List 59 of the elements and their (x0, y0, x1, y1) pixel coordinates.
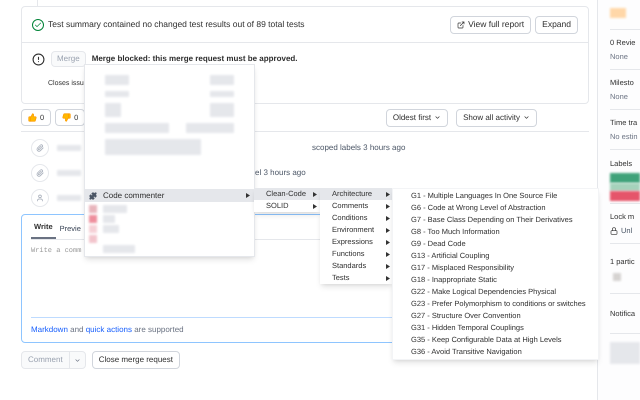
blurred-block (103, 205, 127, 213)
sort-dropdown[interactable]: Show all activity (456, 108, 537, 126)
submenu-arrow-icon (386, 192, 390, 196)
help-link[interactable]: quick actions (86, 325, 134, 334)
view-report-button[interactable]: View full report (450, 16, 532, 34)
submenu-arrow-icon (386, 216, 390, 220)
blurred-block (610, 183, 640, 192)
merge-blocked-message: Merge blocked: this merge request must be approved. (92, 53, 298, 65)
blurred-block (105, 75, 129, 85)
blurred-block (105, 123, 169, 133)
blurred-block (186, 123, 234, 133)
blurred-block (610, 191, 640, 202)
blurred-block (210, 103, 234, 117)
help-text: are supported (134, 325, 184, 334)
blurred-block (610, 8, 626, 18)
blurred-block (57, 195, 81, 201)
blurred-block (57, 145, 81, 151)
test-summary: Test summary contained no changed test results out of 89 total tests (48, 18, 306, 31)
blurred-block (610, 342, 640, 364)
blurred-block (105, 91, 129, 97)
chevron-icon (74, 356, 81, 364)
timeline-event-text: el 3 hours ago (255, 167, 306, 179)
timeline-event-text: scoped labels 3 hours ago (312, 142, 406, 154)
submenu-arrow-icon (313, 192, 317, 196)
sort-dropdown[interactable]: Oldest first (386, 108, 448, 126)
submenu-arrow-icon (386, 204, 390, 208)
submenu-arrow-icon (386, 252, 390, 256)
submenu-arrow-icon (313, 204, 317, 208)
expand-button[interactable]: Expand (535, 16, 578, 34)
submenu-arrow-icon (386, 264, 390, 268)
blurred-block (103, 245, 135, 253)
help-link[interactable]: Markdown (31, 325, 70, 334)
lock-icon (610, 226, 618, 235)
submenu-arrow-icon (246, 193, 250, 198)
blurred-block (103, 215, 115, 223)
label-event-icon (31, 164, 49, 182)
success-check-icon (32, 18, 44, 30)
blurred-block (210, 75, 234, 85)
submenu-arrow-icon (386, 276, 390, 280)
close-merge-request-button[interactable]: Close merge request (92, 351, 180, 369)
submenu-arrow-icon (386, 240, 390, 244)
submenu-arrow-icon (386, 228, 390, 232)
alert-icon (32, 52, 45, 66)
chevron-icon (434, 114, 442, 121)
menu-item[interactable]: Code commenter (85, 189, 254, 202)
thumbs-down-icon (62, 113, 72, 122)
blurred-block (105, 103, 121, 117)
blurred-block (210, 91, 234, 97)
chevron-icon (523, 114, 530, 121)
blurred-block (610, 173, 640, 184)
blurred-block (103, 225, 119, 233)
label-event-icon (31, 139, 49, 157)
user-avatar-icon (31, 189, 49, 207)
external-link-icon (457, 20, 466, 28)
blurred-block (57, 170, 81, 176)
puzzle-icon (89, 192, 97, 200)
blurred-block (613, 272, 621, 281)
help-text: and (70, 325, 84, 334)
thumbs-up-icon (28, 113, 37, 122)
